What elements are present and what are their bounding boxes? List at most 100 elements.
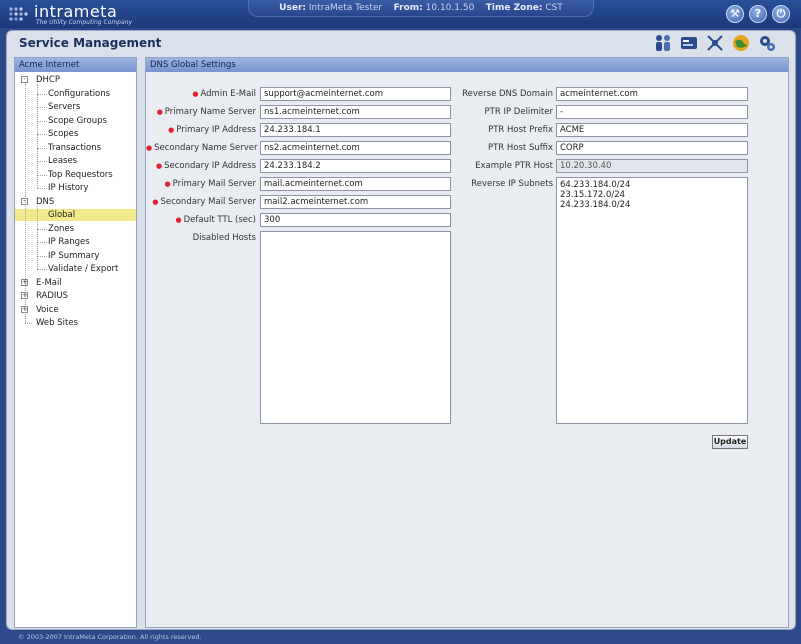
tree-connector [25, 323, 32, 324]
tree-connector [37, 120, 47, 122]
card-icon[interactable] [679, 33, 699, 53]
tree-connector [37, 174, 47, 176]
timezone-value: CST [545, 3, 563, 13]
tree-item-configurations[interactable]: Configurations [48, 88, 110, 100]
tree-guide-line [25, 84, 26, 323]
reverse-dns-domain-input[interactable]: acmeinternet.com [556, 87, 748, 101]
ptr-ip-delimiter-input[interactable]: - [556, 105, 748, 119]
tree-connector [37, 107, 47, 108]
reverse-dns-domain-label: Reverse DNS Domain [462, 89, 553, 99]
user-label: User: [279, 3, 306, 13]
tree-item-dhcp[interactable]: DHCP [34, 74, 62, 86]
admin-e-mail-label-text: Admin E-Mail [200, 89, 257, 99]
disabled-hosts-textarea[interactable] [260, 231, 451, 424]
secondary-ip-address-label: ● Secondary IP Address [146, 161, 256, 171]
settings-header: DNS Global Settings [146, 58, 788, 72]
ptr-host-prefix-label: PTR Host Prefix [488, 125, 553, 135]
tree-guide-line [37, 84, 38, 188]
tree-item-scope-groups[interactable]: Scope Groups [48, 115, 107, 127]
secondary-ip-address-input[interactable]: 24.233.184.2 [260, 159, 451, 173]
secondary-mail-server-label: ● Secondary Mail Server [146, 197, 256, 207]
tree-connector [37, 188, 47, 189]
secondary-mail-server-input[interactable]: mail2.acmeinternet.com [260, 195, 451, 209]
tree-item-ip-summary[interactable]: IP Summary [48, 250, 99, 262]
secondary-name-server-label-text: Secondary Name Server [154, 143, 258, 153]
tree-item-zones[interactable]: Zones [48, 223, 74, 235]
top-bar: intrameta The Utility Computing Company … [0, 0, 801, 28]
tree-connector [37, 269, 47, 270]
expander-dhcp[interactable]: - [21, 76, 28, 83]
from-value: 10.10.1.50 [425, 3, 475, 13]
tree-guide-line [37, 205, 38, 269]
power-icon[interactable]: ⏻ [772, 5, 790, 23]
globe-icon[interactable] [731, 33, 751, 53]
tree-item-ip-ranges[interactable]: IP Ranges [48, 236, 90, 248]
required-marker: ● [156, 108, 163, 116]
required-marker: ● [192, 90, 199, 98]
primary-ip-address-input[interactable]: 24.233.184.1 [260, 123, 451, 137]
tree-item-web-sites[interactable]: Web Sites [34, 317, 80, 329]
logo-dots-icon [9, 7, 28, 21]
default-ttl-sec-label-text: Default TTL (sec) [183, 215, 256, 225]
tree-item-servers[interactable]: Servers [48, 101, 80, 113]
wrench-icon[interactable]: ⚒ [726, 5, 744, 23]
primary-mail-server-label-text: Primary Mail Server [172, 179, 256, 189]
tree-item-ip-history[interactable]: IP History [48, 182, 89, 194]
reverse-ip-subnets-label: Reverse IP Subnets [471, 179, 553, 189]
main-frame: Service Management Acme Internet - DHCP Co… [6, 30, 796, 630]
primary-ip-address-label-text: Primary IP Address [176, 125, 256, 135]
navigation-tree: Acme Internet - DHCP Configurations Servers… [14, 57, 137, 628]
tree-connector [37, 255, 47, 257]
tree-connector [37, 161, 47, 162]
tree-connector [37, 93, 47, 95]
tree-item-radius[interactable]: RADIUS [34, 290, 70, 302]
primary-mail-server-label: ● Primary Mail Server [146, 179, 257, 189]
tree-connector [37, 134, 47, 135]
tree-connector [37, 228, 47, 230]
ptr-ip-delimiter-label: PTR IP Delimiter [484, 107, 553, 117]
example-ptr-host-input: 10.20.30.40 [556, 159, 748, 173]
update-button[interactable]: Update [712, 435, 748, 449]
example-ptr-host-label: Example PTR Host [475, 161, 553, 171]
tree-item-scopes[interactable]: Scopes [48, 128, 78, 140]
tree-item-top-requestors[interactable]: Top Requestors [48, 169, 113, 181]
timezone-label: Time Zone: [485, 3, 543, 13]
primary-name-server-label-text: Primary Name Server [164, 107, 256, 117]
reverse-ip-subnets-textarea[interactable]: 64.233.184.0/24 23.15.172.0/24 24.233.18… [556, 177, 748, 424]
admin-e-mail-label: ● Admin E-Mail [146, 89, 256, 99]
tree-connector [37, 147, 47, 149]
required-marker: ● [175, 216, 182, 224]
network-icon[interactable] [705, 33, 725, 53]
tree-item-leases[interactable]: Leases [48, 155, 77, 167]
ptr-host-suffix-input[interactable]: CORP [556, 141, 748, 155]
tree-item-transactions[interactable]: Transactions [48, 142, 101, 154]
required-marker: ● [152, 198, 159, 206]
admin-e-mail-input[interactable]: support@acmeinternet.com [260, 87, 451, 101]
tree-item-validate-export[interactable]: Validate / Export [48, 263, 118, 275]
primary-mail-server-input[interactable]: mail.acmeinternet.com [260, 177, 451, 191]
gears-icon[interactable] [757, 33, 777, 53]
dns-global-settings-panel: DNS Global Settings ● Admin E-Mail support… [145, 57, 789, 628]
from-label: From: [393, 3, 423, 13]
tree-item-global[interactable]: Global [15, 209, 136, 221]
required-marker: ● [168, 126, 175, 134]
secondary-name-server-input[interactable]: ns2.acmeinternet.com [260, 141, 451, 155]
user-value: IntraMeta Tester [308, 3, 383, 13]
default-ttl-sec-label: ● Default TTL (sec) [146, 215, 256, 225]
page-title: Service Management [19, 36, 162, 50]
logo-tagline: The Utility Computing Company [36, 19, 133, 26]
ptr-host-suffix-label: PTR Host Suffix [487, 143, 553, 153]
default-ttl-sec-input[interactable]: 300 [260, 213, 451, 227]
tree-item-voice[interactable]: Voice [34, 304, 61, 316]
session-info: User: IntraMeta Tester From: 10.10.1.50 … [248, 0, 594, 17]
users-icon[interactable] [653, 33, 673, 53]
tree-header: Acme Internet [15, 58, 136, 72]
primary-ip-address-label: ● Primary IP Address [146, 125, 256, 135]
ptr-host-prefix-input[interactable]: ACME [556, 123, 748, 137]
tree-item-e-mail[interactable]: E-Mail [34, 277, 64, 289]
primary-name-server-input[interactable]: ns1.acmeinternet.com [260, 105, 451, 119]
tree-connector [37, 242, 47, 243]
required-marker: ● [146, 144, 153, 152]
required-marker: ● [155, 162, 163, 170]
help-icon[interactable]: ? [749, 5, 767, 23]
